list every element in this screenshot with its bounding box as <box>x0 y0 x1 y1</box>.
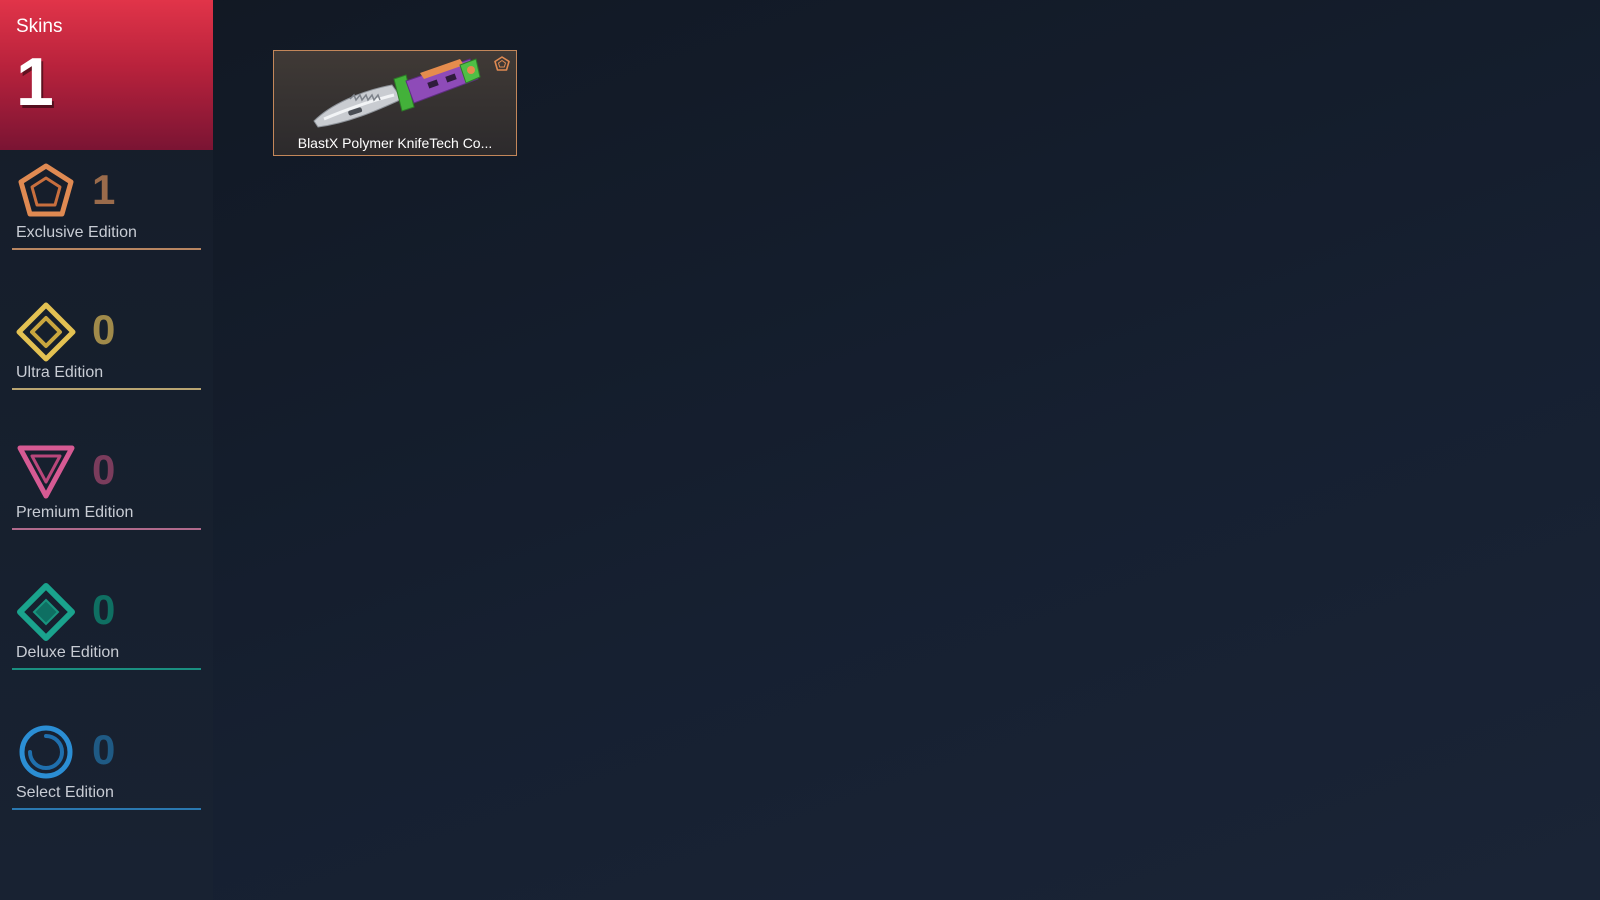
premium-edition-divider <box>12 528 201 530</box>
knife-skin-image <box>310 53 482 131</box>
premium-edition-label: Premium Edition <box>16 504 134 521</box>
collection-screen: Skins 1 1 Exclusive Edition 0 Ultra Edit… <box>0 0 1600 900</box>
premium-edition-icon <box>16 442 76 502</box>
select-edition-label: Select Edition <box>16 784 114 801</box>
premium-edition-count: 0 <box>92 446 116 493</box>
deluxe-edition-label: Deluxe Edition <box>16 644 120 661</box>
select-edition-count: 0 <box>92 726 116 773</box>
exclusive-edition-label: Exclusive Edition <box>16 224 137 241</box>
deluxe-edition-count: 0 <box>92 586 116 633</box>
skins-summary-card[interactable]: Skins 1 <box>0 0 213 150</box>
ultra-edition-count: 0 <box>92 306 116 353</box>
ultra-edition-divider <box>12 388 201 390</box>
edition-filter-select[interactable]: 0 Select Edition <box>12 722 201 810</box>
ultra-edition-icon <box>16 302 76 362</box>
skins-count: 1 <box>16 44 54 120</box>
skin-name: BlastX Polymer KnifeTech Co... <box>297 135 493 151</box>
edition-sidebar: Skins 1 1 Exclusive Edition 0 Ultra Edit… <box>0 0 213 900</box>
exclusive-edition-icon <box>16 162 76 222</box>
edition-filter-exclusive[interactable]: 1 Exclusive Edition <box>12 162 201 250</box>
edition-filter-premium[interactable]: 0 Premium Edition <box>12 442 201 530</box>
select-edition-icon <box>16 722 76 782</box>
skins-label: Skins <box>16 16 63 37</box>
ultra-edition-label: Ultra Edition <box>16 364 104 381</box>
exclusive-edition-count: 1 <box>92 166 116 213</box>
edition-filter-ultra[interactable]: 0 Ultra Edition <box>12 302 201 390</box>
exclusive-edition-divider <box>12 248 201 250</box>
select-edition-divider <box>12 808 201 810</box>
edition-filter-deluxe[interactable]: 0 Deluxe Edition <box>12 582 201 670</box>
exclusive-edition-icon <box>494 56 510 72</box>
deluxe-edition-divider <box>12 668 201 670</box>
deluxe-edition-icon <box>16 582 76 642</box>
skin-card[interactable]: BlastX Polymer KnifeTech Co... <box>273 50 517 156</box>
